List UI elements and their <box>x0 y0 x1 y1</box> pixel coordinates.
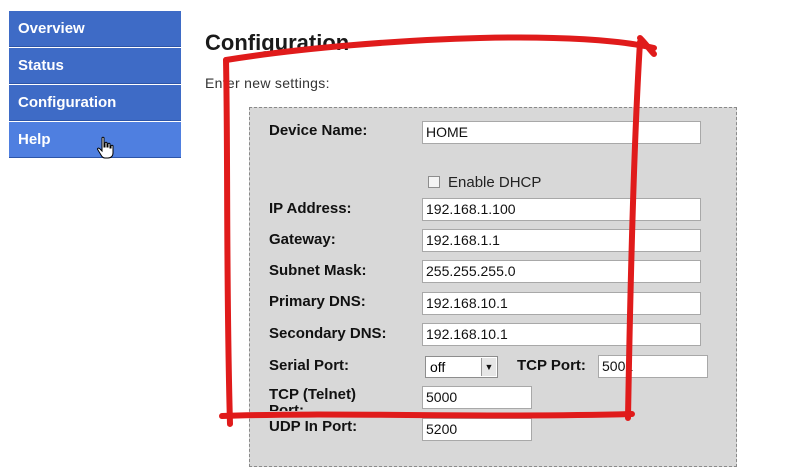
ip-address-input[interactable]: 192.168.1.100 <box>422 198 701 221</box>
serial-port-value: off <box>430 359 446 375</box>
tcp-port-label: TCP Port: <box>517 357 586 374</box>
primary-dns-label: Primary DNS: <box>269 293 366 310</box>
device-name-label: Device Name: <box>269 122 368 139</box>
serial-port-label: Serial Port: <box>269 357 350 374</box>
primary-dns-input[interactable]: 192.168.10.1 <box>422 292 701 315</box>
page-title: Configuration <box>205 30 350 55</box>
device-name-input[interactable]: HOME <box>422 121 701 144</box>
nav-item-configuration[interactable]: Configuration <box>9 85 181 121</box>
nav-item-help[interactable]: Help <box>9 122 181 158</box>
tcp-telnet-port-input[interactable]: 5000 <box>422 386 532 409</box>
nav-item-status[interactable]: Status <box>9 48 181 84</box>
nav-item-overview[interactable]: Overview <box>9 11 181 47</box>
gateway-input[interactable]: 192.168.1.1 <box>422 229 701 252</box>
dropdown-arrow-icon[interactable]: ▼ <box>481 358 496 376</box>
sidebar-nav: Overview Status Configuration Help <box>9 11 181 159</box>
intro-text: Enter new settings: <box>205 75 330 91</box>
tcp-telnet-port-label: TCP (Telnet) Port: <box>269 387 356 411</box>
serial-port-select[interactable]: off ▼ <box>425 356 498 378</box>
secondary-dns-label: Secondary DNS: <box>269 325 387 342</box>
gateway-label: Gateway: <box>269 231 336 248</box>
tcp-port-input[interactable]: 5001 <box>598 355 708 378</box>
udp-in-port-input[interactable]: 5200 <box>422 418 532 441</box>
settings-panel <box>249 107 737 467</box>
subnet-mask-input[interactable]: 255.255.255.0 <box>422 260 701 283</box>
subnet-mask-label: Subnet Mask: <box>269 262 367 279</box>
ip-address-label: IP Address: <box>269 200 352 217</box>
enable-dhcp-label: Enable DHCP <box>448 174 542 191</box>
udp-in-port-label: UDP In Port: <box>269 418 358 435</box>
hand-pointer-cursor-icon <box>97 136 114 159</box>
enable-dhcp-checkbox[interactable] <box>428 176 440 188</box>
secondary-dns-input[interactable]: 192.168.10.1 <box>422 323 701 346</box>
